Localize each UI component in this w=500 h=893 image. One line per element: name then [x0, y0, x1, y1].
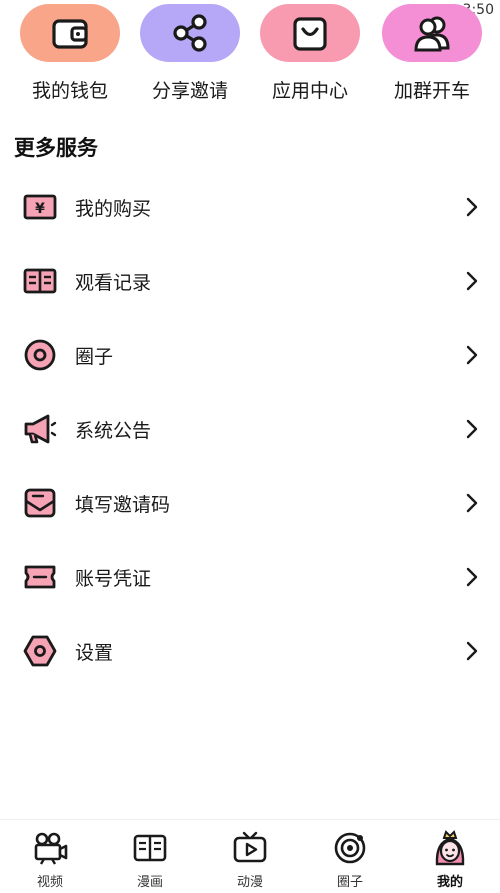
megaphone-icon: [24, 414, 57, 444]
chevron-right-icon: [466, 197, 478, 217]
chevron-right-icon: [466, 641, 478, 661]
tab-label: 我的: [436, 875, 463, 890]
wallet-icon: [52, 19, 88, 49]
list-item-label: 设置: [75, 642, 114, 664]
princess-avatar-icon: [435, 830, 465, 866]
quick-action-share[interactable]: 分享邀请: [140, 4, 240, 104]
list-item-settings[interactable]: 设置: [0, 614, 500, 688]
list-item-watch-history[interactable]: 观看记录: [0, 244, 500, 318]
envelope-icon: [24, 488, 56, 518]
circle-icon: [24, 339, 56, 371]
ticket-icon: [24, 565, 56, 589]
quick-action-pill: [20, 4, 120, 62]
chevron-right-icon: [466, 345, 478, 365]
tab-circle[interactable]: 圈子: [300, 820, 400, 893]
chevron-right-icon: [466, 271, 478, 291]
tab-label: 视频: [36, 875, 63, 890]
tab-video[interactable]: 视频: [0, 820, 100, 893]
list-item-account-credential[interactable]: 账号凭证: [0, 540, 500, 614]
tab-label: 动漫: [236, 875, 263, 890]
svg-text:¥: ¥: [35, 201, 45, 217]
list-item-my-purchases[interactable]: ¥ 我的购买: [0, 170, 500, 244]
share-icon: [173, 14, 207, 52]
bottom-tab-bar: 视频 漫画 动漫 圈子 我的: [0, 819, 500, 893]
quick-action-pill: [260, 4, 360, 62]
quick-action-wallet[interactable]: 我的钱包: [20, 4, 120, 104]
list-item-circle[interactable]: 圈子: [0, 318, 500, 392]
quick-actions: 我的钱包 分享邀请 应用中心 加群开车: [0, 4, 500, 104]
quick-action-label: 分享邀请: [151, 80, 228, 102]
quick-action-join-group[interactable]: 加群开车: [382, 4, 482, 104]
tv-icon: [233, 831, 267, 863]
list-item-label: 圈子: [75, 346, 114, 368]
yen-ticket-icon: ¥: [23, 194, 57, 220]
list-item-label: 系统公告: [75, 420, 152, 442]
quick-action-label: 应用中心: [271, 80, 348, 102]
list-item-label: 填写邀请码: [75, 494, 171, 516]
list-item-announcements[interactable]: 系统公告: [0, 392, 500, 466]
settings-hexagon-icon: [23, 635, 57, 667]
book-icon: [133, 834, 167, 862]
list-item-label: 账号凭证: [75, 568, 152, 590]
orbit-icon: [334, 832, 366, 864]
tab-anime[interactable]: 动漫: [200, 820, 300, 893]
quick-action-app-center[interactable]: 应用中心: [260, 4, 360, 104]
section-title: 更多服务: [14, 136, 98, 160]
shopping-bag-icon: [293, 17, 327, 51]
tab-comics[interactable]: 漫画: [100, 820, 200, 893]
chevron-right-icon: [466, 419, 478, 439]
tab-mine[interactable]: 我的: [400, 820, 500, 893]
tab-label: 圈子: [336, 875, 363, 890]
list-item-enter-invite-code[interactable]: 填写邀请码: [0, 466, 500, 540]
list-item-label: 我的购买: [75, 198, 152, 220]
tab-label: 漫画: [136, 875, 163, 890]
list-item-label: 观看记录: [75, 272, 152, 294]
quick-action-label: 我的钱包: [31, 80, 108, 102]
camera-icon: [34, 832, 68, 865]
quick-action-pill: [382, 4, 482, 62]
chevron-right-icon: [466, 567, 478, 587]
quick-action-label: 加群开车: [393, 80, 470, 102]
chevron-right-icon: [466, 493, 478, 513]
quick-action-pill: [140, 4, 240, 62]
user-group-icon: [414, 16, 450, 52]
open-book-icon: [23, 268, 57, 294]
